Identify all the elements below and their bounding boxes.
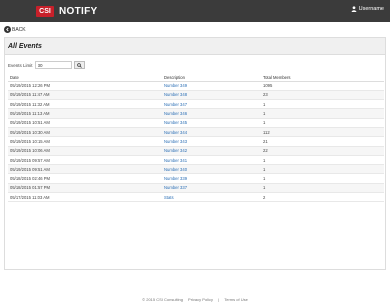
back-arrow-icon	[4, 26, 11, 33]
events-limit-input[interactable]	[34, 61, 72, 69]
app-logo[interactable]: CSI NOTIFY	[36, 4, 97, 18]
table-row: 05/19/2015 11:13 AM Number 346 1	[8, 108, 384, 119]
column-header-date[interactable]: Date	[8, 74, 164, 82]
table-row: 05/19/2015 10:06 AM Number 342 22	[8, 146, 384, 156]
event-date: 05/19/2015 10:06 AM	[8, 146, 164, 156]
footer-separator: |	[218, 297, 220, 302]
event-total-members: 112	[263, 127, 384, 138]
event-total-members: 1	[263, 99, 384, 110]
column-header-total-members[interactable]: Total Members	[263, 74, 384, 82]
event-date: 05/18/2015 02:46 PM	[8, 173, 164, 184]
username-label: Username	[358, 6, 384, 12]
event-description-link[interactable]: Number 339	[164, 173, 263, 184]
event-date: 05/19/2015 10:30 AM	[8, 127, 164, 138]
event-total-members: 1	[263, 155, 384, 166]
table-row: 05/18/2015 02:46 PM Number 339 1	[8, 173, 384, 184]
event-description-link[interactable]: Number 346	[164, 108, 263, 119]
event-total-members: 1	[263, 183, 384, 194]
table-header-row: Date Description Total Members	[8, 74, 384, 82]
back-button[interactable]: BACK	[4, 26, 26, 33]
event-description-link[interactable]: Stats	[164, 192, 263, 203]
events-table: Date Description Total Members 05/19/201…	[8, 74, 384, 203]
events-limit-label: Events Limit	[8, 62, 33, 68]
table-row: 05/19/2015 10:30 AM Number 344 112	[8, 127, 384, 138]
event-total-members: 21	[263, 136, 384, 147]
copyright-text: © 2015 CSI Consulting	[142, 297, 183, 302]
event-date: 05/19/2015 11:32 AM	[8, 99, 164, 110]
table-row: 05/19/2015 09:57 AM Number 341 1	[8, 155, 384, 166]
panel-header: All Events	[5, 38, 385, 55]
table-row: 05/19/2015 10:15 AM Number 343 21	[8, 136, 384, 147]
event-total-members: 23	[263, 90, 384, 101]
event-total-members: 1	[263, 164, 384, 175]
event-description-link[interactable]: Number 349	[164, 81, 263, 91]
event-description-link[interactable]: Number 341	[164, 155, 263, 166]
column-header-description[interactable]: Description	[164, 74, 263, 82]
event-total-members: 2	[263, 192, 384, 203]
event-date: 05/19/2015 09:51 AM	[8, 164, 164, 175]
event-description-link[interactable]: Number 340	[164, 164, 263, 175]
event-date: 05/19/2015 11:47 AM	[8, 90, 164, 101]
event-date: 05/19/2015 10:15 AM	[8, 136, 164, 147]
table-row: 05/19/2015 11:47 AM Number 348 23	[8, 90, 384, 101]
event-description-link[interactable]: Number 337	[164, 183, 263, 194]
user-icon	[351, 6, 357, 12]
event-total-members: 22	[263, 146, 384, 156]
event-description-link[interactable]: Number 345	[164, 118, 263, 129]
table-row: 05/19/2015 09:51 AM Number 340 1	[8, 164, 384, 175]
event-total-members: 1	[263, 173, 384, 184]
table-row: 05/19/2015 12:26 PM Number 349 1095	[8, 81, 384, 91]
table-row: 05/17/2015 11:03 AM Stats 2	[8, 192, 384, 203]
event-date: 05/19/2015 12:26 PM	[8, 81, 164, 91]
page-footer: © 2015 CSI Consulting Privacy Policy | T…	[0, 297, 390, 302]
event-date: 05/19/2015 11:13 AM	[8, 108, 164, 119]
event-total-members: 1	[263, 108, 384, 119]
event-description-link[interactable]: Number 344	[164, 127, 263, 138]
event-total-members: 1095	[263, 81, 384, 91]
search-button[interactable]	[73, 61, 85, 69]
top-navbar: CSI NOTIFY Username	[0, 0, 390, 22]
page-title: All Events	[8, 42, 42, 50]
app-name: NOTIFY	[59, 5, 98, 17]
event-description-link[interactable]: Number 342	[164, 146, 263, 156]
terms-of-use-link[interactable]: Terms of Use	[224, 297, 248, 302]
table-row: 05/19/2015 11:32 AM Number 347 1	[8, 99, 384, 110]
event-total-members: 1	[263, 118, 384, 129]
event-description-link[interactable]: Number 343	[164, 136, 263, 147]
event-date: 05/19/2015 09:57 AM	[8, 155, 164, 166]
user-menu[interactable]: Username	[351, 6, 384, 12]
events-panel: All Events Events Limit Date Description…	[4, 37, 386, 270]
events-limit-filter: Events Limit	[8, 61, 85, 69]
table-row: 05/19/2015 10:51 AM Number 345 1	[8, 118, 384, 129]
event-description-link[interactable]: Number 347	[164, 99, 263, 110]
event-description-link[interactable]: Number 348	[164, 90, 263, 101]
back-label: BACK	[12, 26, 26, 33]
privacy-policy-link[interactable]: Privacy Policy	[188, 297, 213, 302]
event-date: 05/19/2015 10:51 AM	[8, 118, 164, 129]
search-icon	[76, 62, 82, 68]
logo-mark: CSI	[36, 5, 54, 17]
event-date: 05/17/2015 11:03 AM	[8, 192, 164, 203]
event-date: 05/18/2015 01:57 PM	[8, 183, 164, 194]
table-row: 05/18/2015 01:57 PM Number 337 1	[8, 183, 384, 194]
